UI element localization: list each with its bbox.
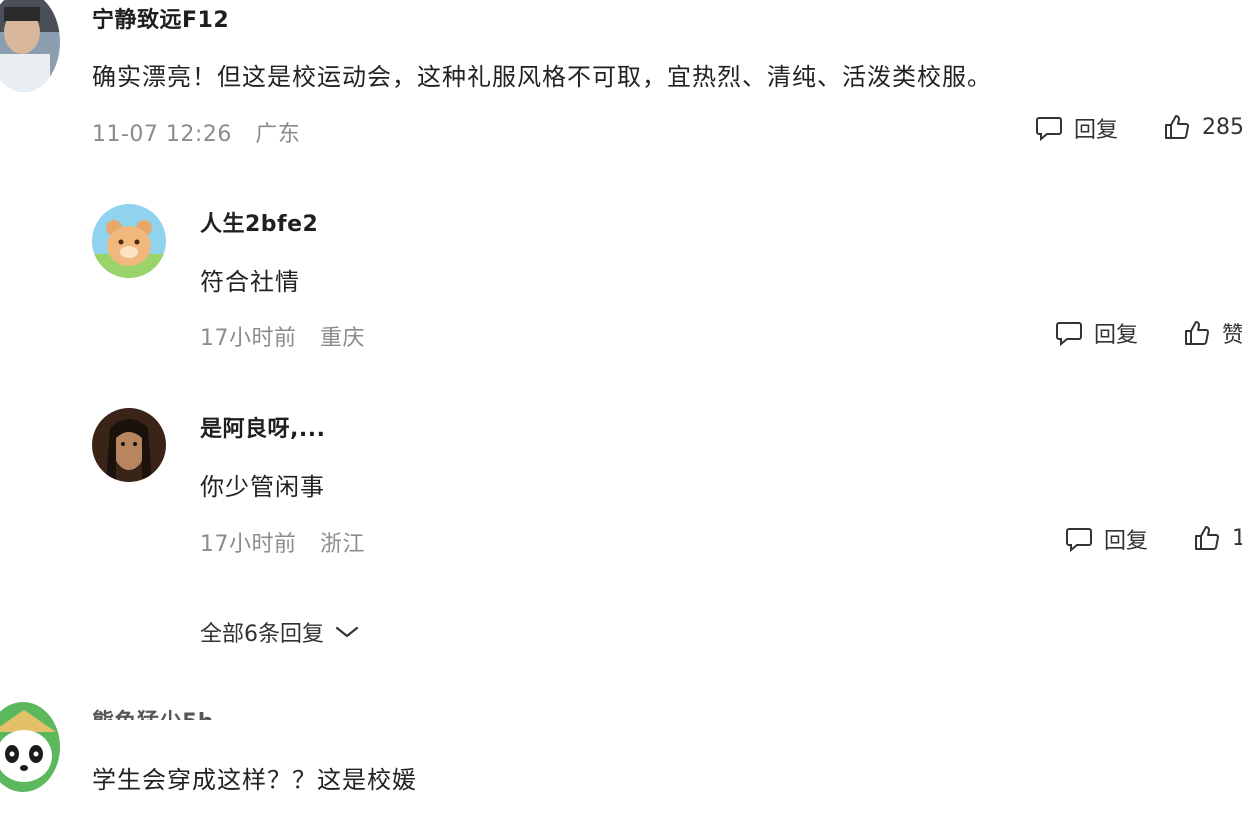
like-label: 赞	[1222, 323, 1242, 348]
comment-bubble-icon	[1036, 117, 1062, 142]
reply-label: 回复	[1074, 118, 1119, 143]
like-count: 285	[1202, 114, 1242, 140]
comment-time: 17小时前	[200, 532, 297, 557]
comment-location: 浙江	[320, 532, 366, 557]
reply-label: 回复	[1094, 323, 1139, 348]
comment-time: 17小时前	[200, 326, 297, 351]
comment-username[interactable]: 熊鱼猛少5h	[92, 704, 214, 720]
avatar[interactable]	[92, 408, 166, 482]
like-button[interactable]: 285	[1162, 112, 1242, 142]
comment-text: 你少管闲事	[200, 473, 325, 501]
thumbs-up-icon	[1165, 115, 1189, 140]
bear-avatar	[92, 204, 166, 278]
comment-location: 广东	[255, 122, 301, 147]
expand-replies-label: 全部6条回复	[200, 622, 324, 647]
thumbs-up-icon	[1185, 321, 1209, 346]
user-photo-avatar	[92, 408, 166, 482]
reply-label: 回复	[1104, 529, 1149, 554]
user-photo-avatar	[0, 0, 60, 92]
comment-text: 符合社情	[200, 268, 300, 296]
comment-bubble-icon	[1066, 528, 1092, 553]
comment-username[interactable]: 宁静致远F12	[92, 2, 229, 34]
like-count: 1	[1232, 525, 1242, 551]
panda-avatar	[0, 702, 60, 792]
comment-text: 确实漂亮！但这是校运动会，这种礼服风格不可取，宜热烈、清纯、活泼类校服。	[92, 63, 992, 91]
comment-location: 重庆	[320, 326, 366, 351]
avatar[interactable]	[0, 702, 60, 792]
expand-replies-button[interactable]: 全部6条回复	[200, 616, 360, 648]
reply-button[interactable]: 回复	[1054, 317, 1138, 349]
chevron-down-icon	[335, 626, 359, 638]
avatar[interactable]	[92, 204, 166, 278]
comment-bubble-icon	[1056, 322, 1082, 347]
like-button[interactable]: 1	[1192, 523, 1242, 553]
like-button[interactable]: 赞	[1182, 317, 1242, 349]
comment-username[interactable]: 是阿良呀,...	[200, 411, 325, 443]
avatar[interactable]	[0, 0, 60, 92]
comment-meta: 17小时前 重庆	[200, 320, 381, 352]
reply-button[interactable]: 回复	[1064, 523, 1148, 555]
reply-button[interactable]: 回复	[1034, 112, 1118, 144]
comment-username[interactable]: 人生2bfe2	[200, 206, 318, 238]
comment-meta: 17小时前 浙江	[200, 526, 381, 558]
thumbs-up-icon	[1195, 526, 1219, 551]
comment-meta: 11-07 12:26 广东	[92, 116, 316, 148]
comment-text: 学生会穿成这样？？这是校媛	[92, 766, 417, 794]
comment-time: 11-07 12:26	[92, 122, 232, 147]
